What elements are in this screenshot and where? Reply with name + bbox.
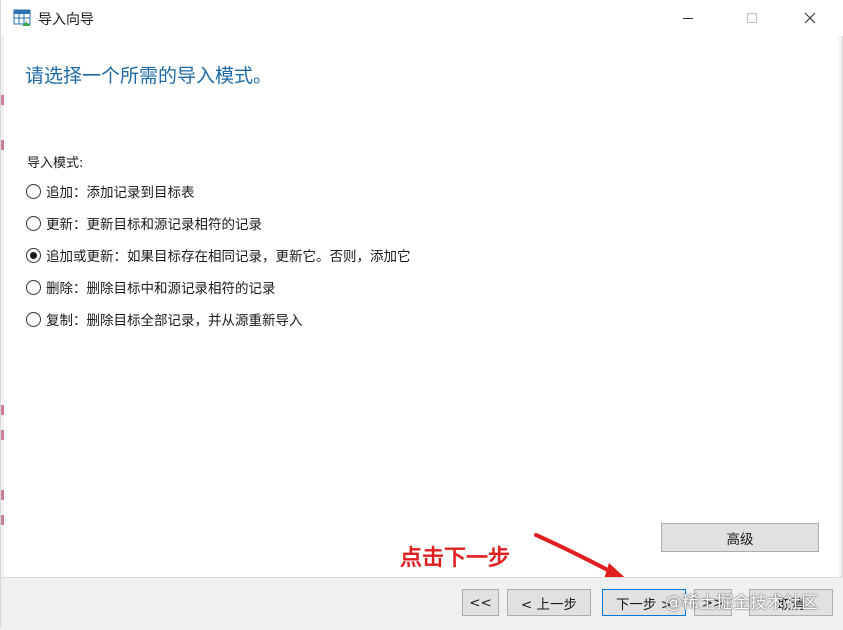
annotation-click-next: 点击下一步 — [400, 546, 511, 571]
radio-append[interactable]: 追加：添加记录到目标表 — [26, 181, 195, 201]
window-title: 导入向导 — [38, 12, 94, 28]
minimize-icon — [682, 12, 694, 24]
previous-step-button[interactable]: < 上一步 — [507, 589, 591, 616]
page-heading: 请选择一个所需的导入模式。 — [25, 65, 273, 87]
radio-update-label: 更新：更新目标和源记录相符的记录 — [46, 217, 262, 233]
radio-append-or-update[interactable]: 追加或更新：如果目标存在相同记录，更新它。否则，添加它 — [26, 245, 411, 265]
radio-copy[interactable]: 复制：删除目标全部记录，并从源重新导入 — [26, 309, 303, 329]
radio-button[interactable] — [26, 279, 41, 295]
background-window-edge — [1, 0, 4, 629]
radio-copy-label: 复制：删除目标全部记录，并从源重新导入 — [46, 313, 303, 329]
import-mode-label: 导入模式: — [27, 156, 84, 171]
radio-button[interactable] — [26, 183, 41, 199]
radio-delete-label: 删除：删除目标中和源记录相符的记录 — [46, 281, 276, 297]
radio-append-or-update-label: 追加或更新：如果目标存在相同记录，更新它。否则，添加它 — [46, 249, 411, 265]
radio-append-label: 追加：添加记录到目标表 — [46, 185, 195, 201]
maximize-button[interactable] — [729, 0, 775, 36]
advanced-button[interactable]: 高级 — [661, 523, 819, 552]
radio-update[interactable]: 更新：更新目标和源记录相符的记录 — [26, 213, 262, 233]
radio-delete[interactable]: 删除：删除目标中和源记录相符的记录 — [26, 277, 276, 297]
maximize-icon — [746, 12, 758, 24]
background-window-edge-right — [839, 0, 842, 629]
import-wizard-window: 导入向导 请选择一个所需的导入模式。 导入模式: 追加：添加记录到目标表 更新：… — [0, 0, 843, 630]
first-step-button[interactable]: << — [462, 589, 499, 616]
close-button[interactable] — [787, 0, 833, 36]
import-table-icon — [13, 9, 31, 27]
watermark: @稀土掘金技术社区 — [665, 593, 818, 613]
title-bar[interactable]: 导入向导 — [1, 0, 843, 36]
minimize-button[interactable] — [665, 0, 711, 36]
close-icon — [804, 12, 816, 24]
radio-button-checked[interactable] — [26, 247, 41, 263]
radio-button[interactable] — [26, 215, 41, 231]
radio-button[interactable] — [26, 311, 41, 327]
